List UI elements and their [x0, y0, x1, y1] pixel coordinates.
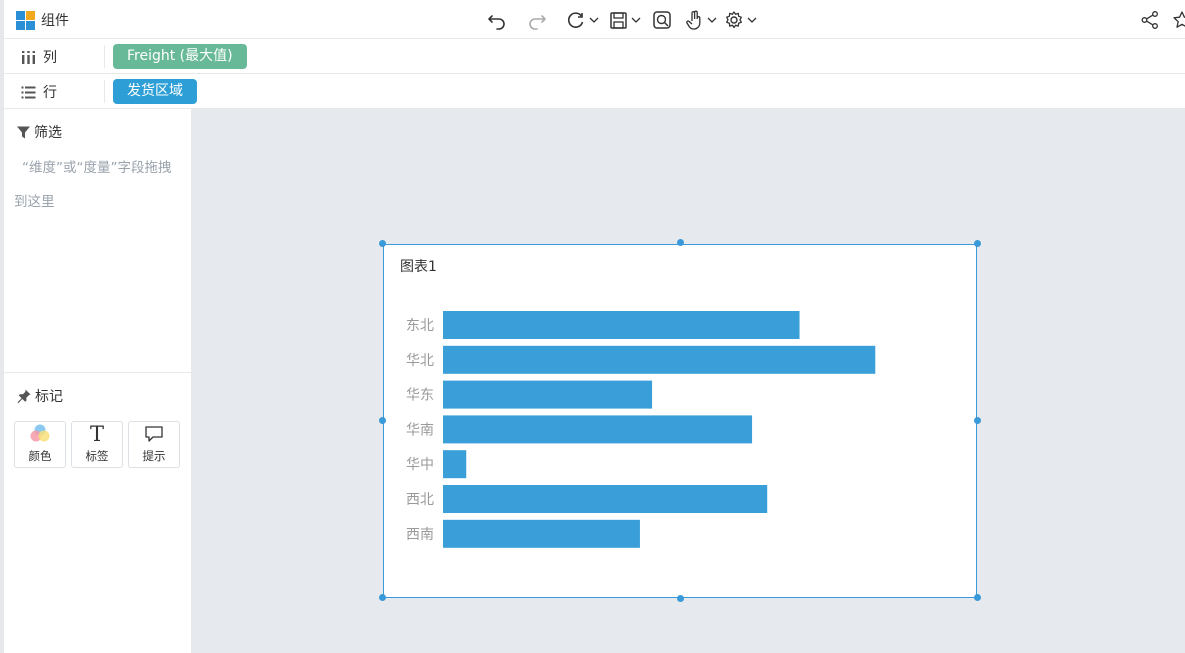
color-mark-button[interactable]: 颜色	[14, 421, 66, 468]
category-label: 西南	[406, 527, 434, 543]
components-icon	[16, 10, 35, 30]
marks-buttons: 颜色 T 标签 提示	[14, 421, 180, 468]
preview-button[interactable]	[652, 9, 672, 31]
color-mark-label: 颜色	[28, 449, 52, 463]
marks-title-text: 标记	[35, 389, 63, 405]
left-panel: 筛选 “维度”或“度量”字段拖拽到这里 标记 颜色 T 标签 提示	[4, 109, 192, 653]
bar[interactable]	[443, 519, 640, 548]
columns-shelf: 列 Freight (最大值)	[4, 39, 1185, 74]
app-root: 组件 列 Freight (最大值) 行 发货区域 筛选 “维度”或“度量”字段…	[0, 0, 1185, 653]
rows-field-pill[interactable]: 发货区域	[113, 79, 197, 104]
refresh-button[interactable]	[566, 9, 599, 31]
undo-button[interactable]	[486, 9, 508, 31]
preview-icon	[653, 11, 671, 29]
bar[interactable]	[443, 450, 467, 479]
resize-handle-top-left[interactable]	[379, 240, 386, 247]
tooltip-icon	[144, 422, 164, 446]
toolbar-right	[1140, 10, 1185, 30]
label-mark-button[interactable]: T 标签	[71, 421, 123, 468]
top-toolbar: 组件	[4, 0, 1185, 39]
star-icon[interactable]	[1172, 10, 1185, 30]
bar[interactable]	[443, 345, 876, 374]
pin-icon	[17, 389, 31, 404]
pan-hand-icon	[686, 10, 701, 30]
color-palette-icon	[28, 422, 52, 446]
filter-title-text: 筛选	[34, 125, 62, 141]
resize-handle-right[interactable]	[974, 417, 981, 424]
category-label: 华南	[406, 422, 434, 438]
save-icon	[610, 11, 627, 29]
settings-icon	[726, 11, 742, 29]
text-label-icon: T	[89, 422, 104, 446]
resize-handle-top[interactable]	[677, 239, 684, 246]
bar[interactable]	[443, 485, 768, 513]
panel-divider	[4, 372, 192, 373]
toolbar-actions	[486, 9, 757, 31]
columns-shelf-label: 列	[20, 47, 57, 67]
chevron-down-icon	[747, 17, 757, 23]
undo-icon	[488, 15, 505, 30]
rows-shelf-label: 行	[20, 82, 57, 102]
resize-handle-top-right[interactable]	[974, 240, 981, 247]
category-label: 华中	[406, 457, 434, 473]
interaction-button[interactable]	[686, 9, 717, 31]
design-canvas: 图表1 东北 华北 华东 华南 华中 西北 西南	[192, 109, 1185, 653]
component-label: 组件	[41, 13, 69, 29]
resize-handle-bottom-right[interactable]	[974, 594, 981, 601]
filter-drop-zone[interactable]: “维度”或“度量”字段拖拽到这里	[14, 151, 184, 219]
save-button[interactable]	[609, 9, 641, 31]
bar[interactable]	[443, 311, 800, 339]
tooltip-mark-label: 提示	[142, 449, 166, 463]
columns-field-pill[interactable]: Freight (最大值)	[113, 44, 247, 69]
rows-label: 行	[43, 85, 57, 101]
category-label: 西北	[406, 492, 434, 508]
resize-handle-bottom-left[interactable]	[379, 594, 386, 601]
rows-shelf: 行 发货区域	[4, 74, 1185, 109]
share-icon[interactable]	[1140, 10, 1160, 30]
shelf-divider	[104, 80, 105, 103]
shelf-divider	[104, 45, 105, 68]
chart-card[interactable]: 图表1 东北 华北 华东 华南 华中 西北 西南	[383, 244, 977, 598]
chevron-down-icon	[589, 17, 599, 23]
bar-chart: 东北华北华东华南华中西北西南	[406, 311, 876, 548]
label-mark-label: 标签	[85, 449, 109, 463]
columns-icon	[22, 50, 35, 64]
resize-handle-bottom[interactable]	[677, 595, 684, 602]
settings-button[interactable]	[724, 9, 757, 31]
category-label: 东北	[406, 318, 434, 334]
category-label: 华北	[406, 353, 434, 369]
tooltip-mark-button[interactable]: 提示	[128, 421, 180, 468]
refresh-icon	[567, 12, 584, 28]
columns-label: 列	[43, 50, 57, 66]
bar[interactable]	[443, 415, 753, 444]
category-label: 华东	[406, 388, 434, 404]
marks-section-title: 标记	[16, 386, 63, 406]
component-menu[interactable]: 组件	[16, 10, 69, 30]
chevron-down-icon	[707, 17, 717, 23]
bar[interactable]	[443, 380, 653, 409]
redo-button[interactable]	[526, 9, 548, 31]
rows-icon	[21, 86, 36, 98]
filter-section-title: 筛选	[16, 122, 62, 142]
filter-icon	[17, 126, 30, 138]
redo-icon	[529, 15, 546, 30]
chevron-down-icon	[631, 17, 641, 23]
resize-handle-left[interactable]	[379, 417, 386, 424]
